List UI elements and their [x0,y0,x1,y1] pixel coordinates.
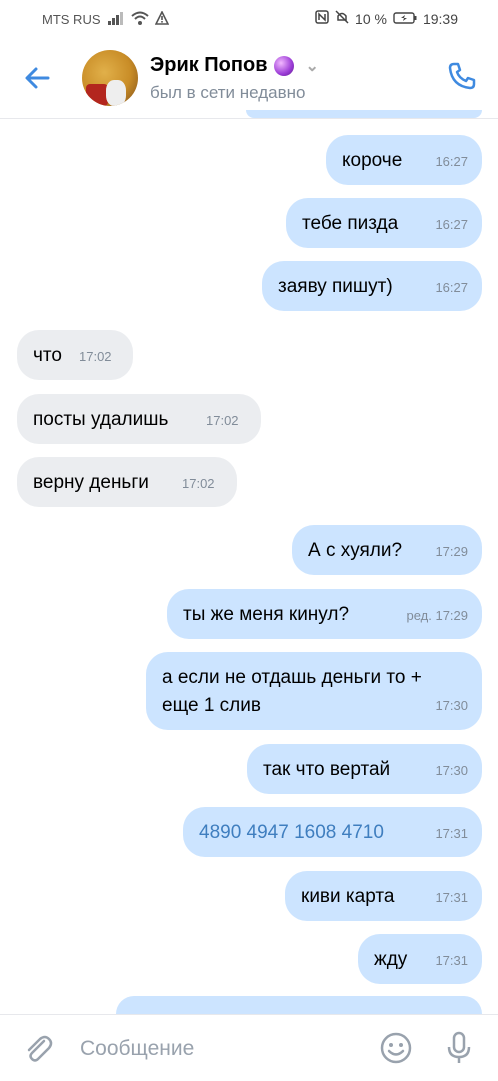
attach-button[interactable] [20,1031,56,1067]
message-text: жду [374,949,408,970]
status-right: 10 % 19:39 [315,10,458,27]
message-time: 16:27 [435,154,468,169]
message-text: А с хуяли? [308,540,403,561]
message-outgoing[interactable]: 4890 4947 1608 4710 17:31 [183,807,482,857]
microphone-icon [447,1031,471,1063]
avatar[interactable] [82,50,138,106]
message-incoming[interactable]: верну деньги 17:02 [17,457,237,507]
signal-icon [107,11,125,28]
message-time: 17:02 [79,349,112,364]
paperclip-icon [27,1035,53,1062]
message-text: ты же меня кинул? [183,604,350,625]
message-incoming[interactable]: что 17:02 [17,330,133,380]
message-outgoing[interactable]: жду 17:31 [358,934,482,984]
phone-icon [448,62,476,90]
message-outgoing[interactable]: заяву пишут) 16:27 [262,261,482,311]
message-time: 16:27 [435,217,468,232]
message-text: так что вертай [263,759,391,780]
message-time: 17:02 [182,476,215,491]
voice-button[interactable] [444,1030,474,1066]
message-text-line: а если не отдашь деньги то + [162,667,422,688]
message-text-line: еще 1 слив [162,695,261,716]
contact-name-text: Эрик Попов [150,54,268,76]
emoji-button[interactable] [378,1030,414,1066]
chat-header: Эрик Попов ⌄ был в сети недавно [0,38,498,119]
nfc-icon [315,10,329,27]
warning-icon [154,10,169,28]
message-text: верну деньги [33,472,149,493]
message-time: 17:29 [435,544,468,559]
message-outgoing[interactable]: короче 16:27 [326,135,482,185]
message-text: короче [342,150,403,171]
online-status: был в сети недавно [150,83,306,102]
message-incoming[interactable]: посты удалишь 17:02 [17,394,261,444]
message-text: киви карта [301,886,395,907]
message-outgoing[interactable]: А с хуяли? 17:29 [292,525,482,575]
wifi-icon [130,11,149,28]
call-button[interactable] [444,58,480,94]
mute-icon [335,10,349,27]
message-time: 17:30 [435,698,468,713]
next-message-fragment [116,996,482,1016]
carrier-label: MTS RUS [42,12,101,27]
avatar-beard [106,80,126,106]
message-time: ред. 17:29 [406,608,468,623]
message-time: 17:31 [435,890,468,905]
status-bar: MTS RUS 10 % 19:39 [0,0,498,38]
battery-percent: 10 % [355,10,387,27]
message-time: 17:31 [435,826,468,841]
smile-icon [380,1032,412,1064]
message-input[interactable]: Сообщение [80,1037,194,1061]
clock: 19:39 [422,10,458,27]
message-time: 17:30 [435,763,468,778]
crystal-ball-icon [273,55,294,76]
message-text: заяву пишут) [278,276,393,297]
back-button[interactable] [20,60,56,96]
status-left: MTS RUS [42,10,169,28]
arrow-left-icon [25,67,50,89]
card-number-link[interactable]: 4890 4947 1608 4710 [199,820,384,846]
avatar-shirt [86,84,108,106]
battery-icon [393,11,417,27]
message-time: 17:02 [206,413,239,428]
message-time: 16:27 [435,280,468,295]
message-time: 17:31 [435,953,468,968]
message-text: что [33,345,62,366]
message-outgoing[interactable]: киви карта 17:31 [285,871,482,921]
previous-message-fragment [246,110,482,118]
message-composer: Сообщение [0,1014,498,1081]
message-outgoing[interactable]: так что вертай 17:30 [247,744,482,794]
chevron-down-icon[interactable]: ⌄ [306,56,319,76]
contact-name[interactable]: Эрик Попов ⌄ [150,54,319,77]
message-text: тебе пизда [302,213,399,234]
message-outgoing[interactable]: ты же меня кинул? ред. 17:29 [167,589,482,639]
message-outgoing[interactable]: тебе пизда 16:27 [286,198,482,248]
message-outgoing[interactable]: а если не отдашь деньги то + еще 1 слив … [146,652,482,730]
message-text: посты удалишь [33,409,169,430]
